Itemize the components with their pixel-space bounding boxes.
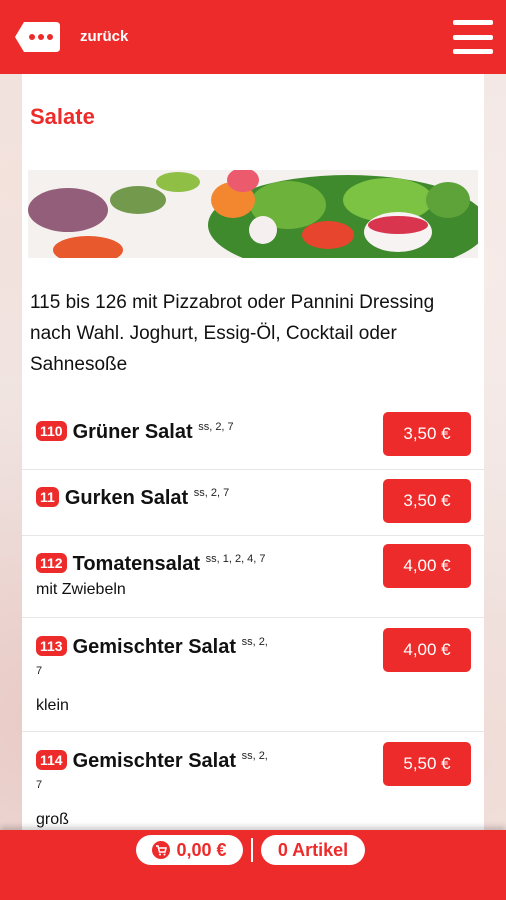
item-title: 114 Gemischter Salat ss, 2, 7 (36, 744, 356, 802)
item-number-badge: 11 (36, 487, 59, 507)
item-title: 113 Gemischter Salat ss, 2, 7 (36, 630, 356, 688)
item-allergens: ss, 1, 2, 4, 7 (205, 553, 266, 565)
menu-item: 11 Gurken Salat ss, 2, 7 3,50 € (22, 470, 484, 536)
item-allergens-continued: 7 (36, 779, 43, 791)
section-description: 115 bis 126 mit Pizzabrot oder Pannini D… (30, 292, 435, 375)
item-title: 110 Grüner Salat ss, 2, 7 (36, 415, 356, 444)
add-to-cart-price-button[interactable]: 3,50 € (383, 479, 471, 523)
back-button[interactable] (14, 20, 62, 54)
menu-item: 110 Grüner Salat ss, 2, 7 3,50 € (22, 404, 484, 470)
item-number-badge: 114 (36, 750, 67, 770)
back-label[interactable]: zurück (80, 28, 128, 45)
salad-banner-image (28, 170, 478, 258)
add-to-cart-price-button[interactable]: 4,00 € (383, 544, 471, 588)
section-title: Salate (30, 104, 95, 129)
footer-divider (251, 838, 253, 862)
item-number-badge: 112 (36, 553, 67, 573)
item-subtitle: groß (36, 811, 69, 828)
item-name: Gemischter Salat (72, 750, 237, 772)
item-number-badge: 113 (36, 636, 67, 656)
add-to-cart-price-button[interactable]: 4,00 € (383, 628, 471, 672)
cart-total-button[interactable]: 0,00 € (136, 835, 243, 865)
add-to-cart-price-button[interactable]: 5,50 € (383, 742, 471, 786)
back-bubble-icon (15, 22, 60, 52)
item-name: Gurken Salat (64, 487, 189, 509)
item-allergens: ss, 2, (241, 750, 268, 762)
add-to-cart-price-button[interactable]: 3,50 € (383, 412, 471, 456)
item-allergens: ss, 2, 7 (198, 421, 234, 433)
cart-icon (152, 841, 171, 859)
menu-item: 113 Gemischter Salat ss, 2, 7 klein 4,00 … (22, 618, 484, 732)
item-allergens-continued: 7 (36, 665, 43, 677)
item-number-badge: 110 (36, 421, 67, 441)
item-allergens: ss, 2, 7 (193, 487, 230, 499)
item-name: Grüner Salat (72, 421, 193, 443)
menu-item: 114 Gemischter Salat ss, 2, 7 groß 5,50 € (22, 732, 484, 830)
item-name: Gemischter Salat (72, 636, 237, 658)
bottom-bar: 0,00 € 0 Artikel (0, 830, 506, 900)
item-subtitle: klein (36, 697, 69, 714)
article-count-button[interactable]: 0 Artikel (261, 835, 365, 865)
item-title: 112 Tomatensalat ss, 1, 2, 4, 7 (36, 547, 356, 576)
top-bar: zurück (0, 0, 506, 74)
hamburger-menu-icon[interactable] (453, 20, 493, 54)
cart-total: 0,00 € (176, 839, 227, 860)
item-name: Tomatensalat (72, 553, 201, 575)
menu-card: Salate 115 bis 126 mit Pizzabrot oder Pa… (22, 74, 484, 830)
item-subtitle: mit Zwiebeln (36, 581, 126, 598)
menu-item: 112 Tomatensalat ss, 1, 2, 4, 7 mit Zwieb… (22, 536, 484, 618)
item-allergens: ss, 2, (241, 636, 268, 648)
item-title: 11 Gurken Salat ss, 2, 7 (36, 481, 356, 510)
